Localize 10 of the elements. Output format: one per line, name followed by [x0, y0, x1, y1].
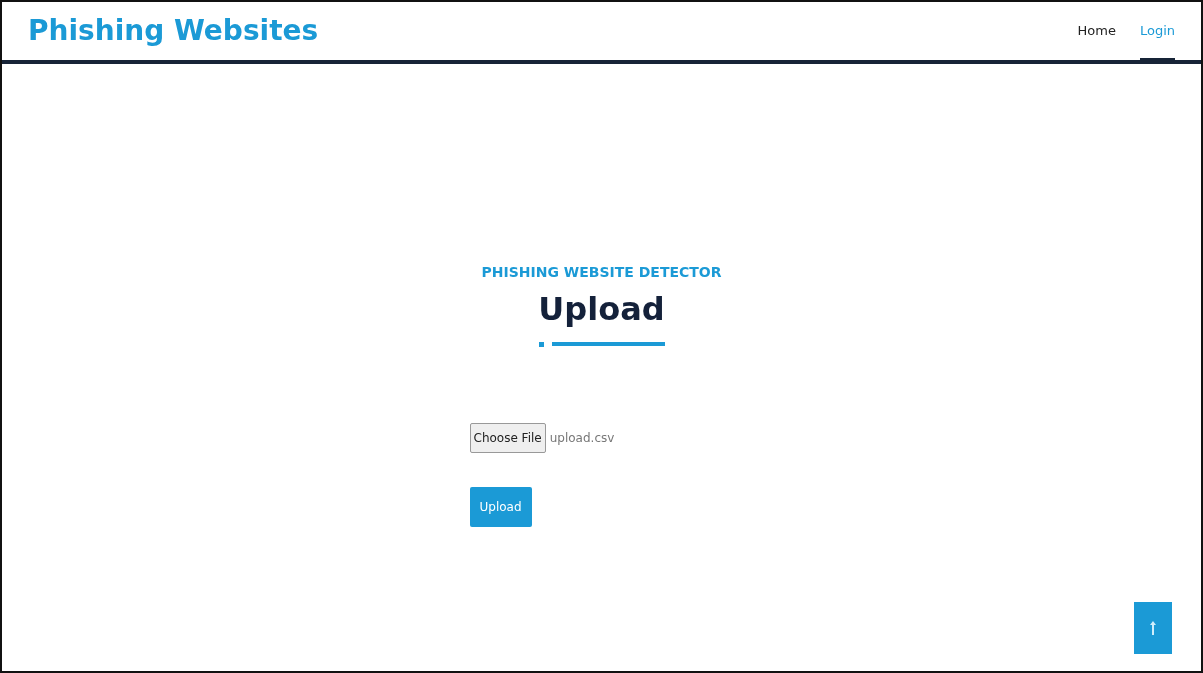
file-name: upload.csv — [549, 430, 615, 448]
back-to-top-button[interactable] — [1134, 602, 1172, 654]
site-logo[interactable]: Phishing Websites — [28, 10, 319, 52]
upload-button[interactable]: Upload — [469, 487, 532, 528]
nav-link[interactable]: Home — [1077, 2, 1116, 60]
nav-link[interactable]: Login — [1139, 2, 1175, 60]
arrow-up-icon — [1149, 620, 1157, 636]
section-subtitle: PHISHING WEBSITE DETECTOR — [481, 264, 722, 280]
page-heading: Upload — [538, 290, 665, 329]
choose-file-button[interactable]: Choose File — [469, 423, 546, 454]
